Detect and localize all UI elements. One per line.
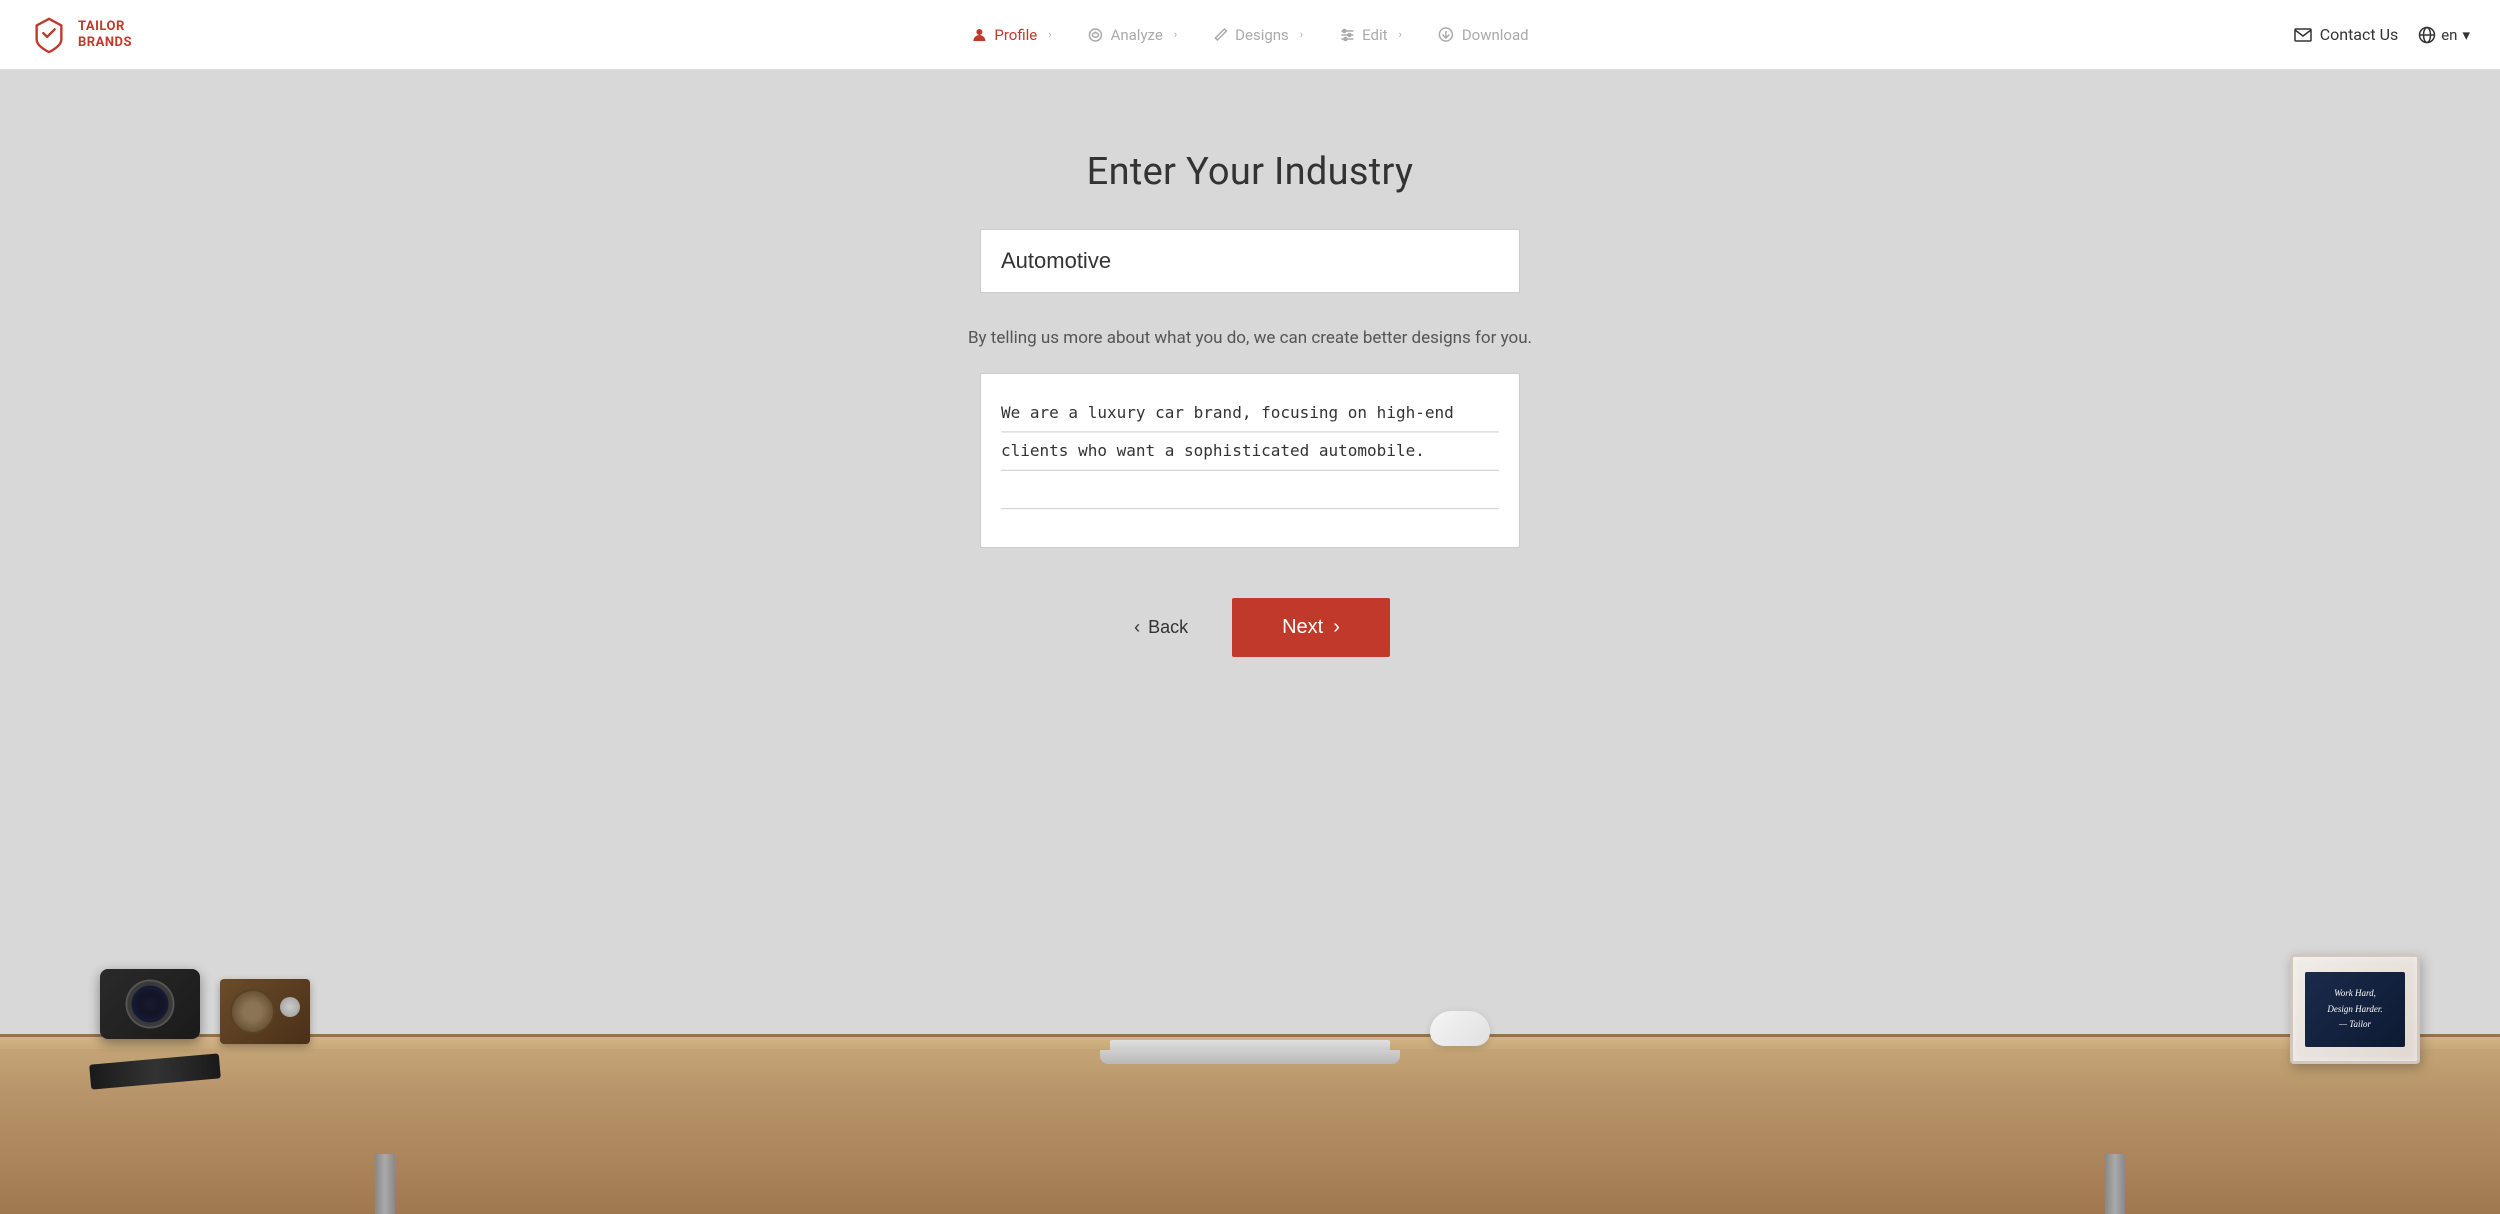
nav-chevron-designs: › [1300,28,1303,41]
nav-item-analyze[interactable]: Analyze › [1070,26,1196,44]
business-description-wrapper: We are a luxury car brand, focusing on h… [980,373,1520,548]
nav-item-edit[interactable]: Edit › [1321,26,1420,44]
main-content: Enter Your Industry By telling us more a… [0,70,2500,1214]
nav-item-designs[interactable]: Designs › [1195,26,1321,44]
pencil-icon [1213,27,1228,42]
industry-input[interactable] [1001,248,1499,274]
nav-chevron-profile: › [1048,28,1051,41]
back-button[interactable]: ‹ Back [1110,603,1212,652]
top-nav: Profile › Analyze › Designs › Edit › [953,26,1546,44]
business-description-textarea[interactable]: We are a luxury car brand, focusing on h… [1001,394,1499,524]
header: TAILOR BRANDS Profile › Analyze › Design… [0,0,2500,70]
lang-label: en [2441,26,2457,44]
analyze-icon [1088,27,1104,43]
globe-icon [2418,26,2436,44]
nav-chevron-analyze: › [1174,28,1177,41]
nav-buttons: ‹ Back Next › [1110,598,1390,657]
envelope-icon [2294,28,2312,42]
page-title: Enter Your Industry [1087,150,1414,194]
nav-label-analyze: Analyze [1111,26,1163,44]
lang-chevron-icon: ▾ [2462,26,2470,44]
back-label: Back [1148,617,1188,638]
nav-label-designs: Designs [1235,26,1289,44]
nav-item-profile[interactable]: Profile › [953,26,1069,44]
person-icon [971,27,987,43]
next-button[interactable]: Next › [1232,598,1390,657]
sliders-icon [1339,27,1355,43]
nav-label-profile: Profile [994,26,1037,44]
download-icon [1438,26,1455,43]
nav-chevron-edit: › [1399,28,1402,41]
nav-item-download[interactable]: Download [1420,26,1547,44]
contact-us-link[interactable]: Contact Us [2294,25,2399,44]
description-text: By telling us more about what you do, we… [968,328,1532,348]
logo-text: TAILOR BRANDS [78,19,132,50]
next-label: Next [1282,616,1323,639]
next-chevron-icon: › [1333,616,1340,639]
contact-us-label: Contact Us [2320,25,2399,44]
nav-label-edit: Edit [1362,26,1387,44]
header-right: Contact Us en ▾ [2294,25,2470,44]
lang-selector[interactable]: en ▾ [2418,26,2470,44]
logo[interactable]: TAILOR BRANDS [30,16,132,54]
industry-input-wrapper [980,229,1520,293]
logo-icon [30,16,68,54]
nav-label-download: Download [1462,26,1529,44]
back-chevron-icon: ‹ [1134,617,1140,638]
